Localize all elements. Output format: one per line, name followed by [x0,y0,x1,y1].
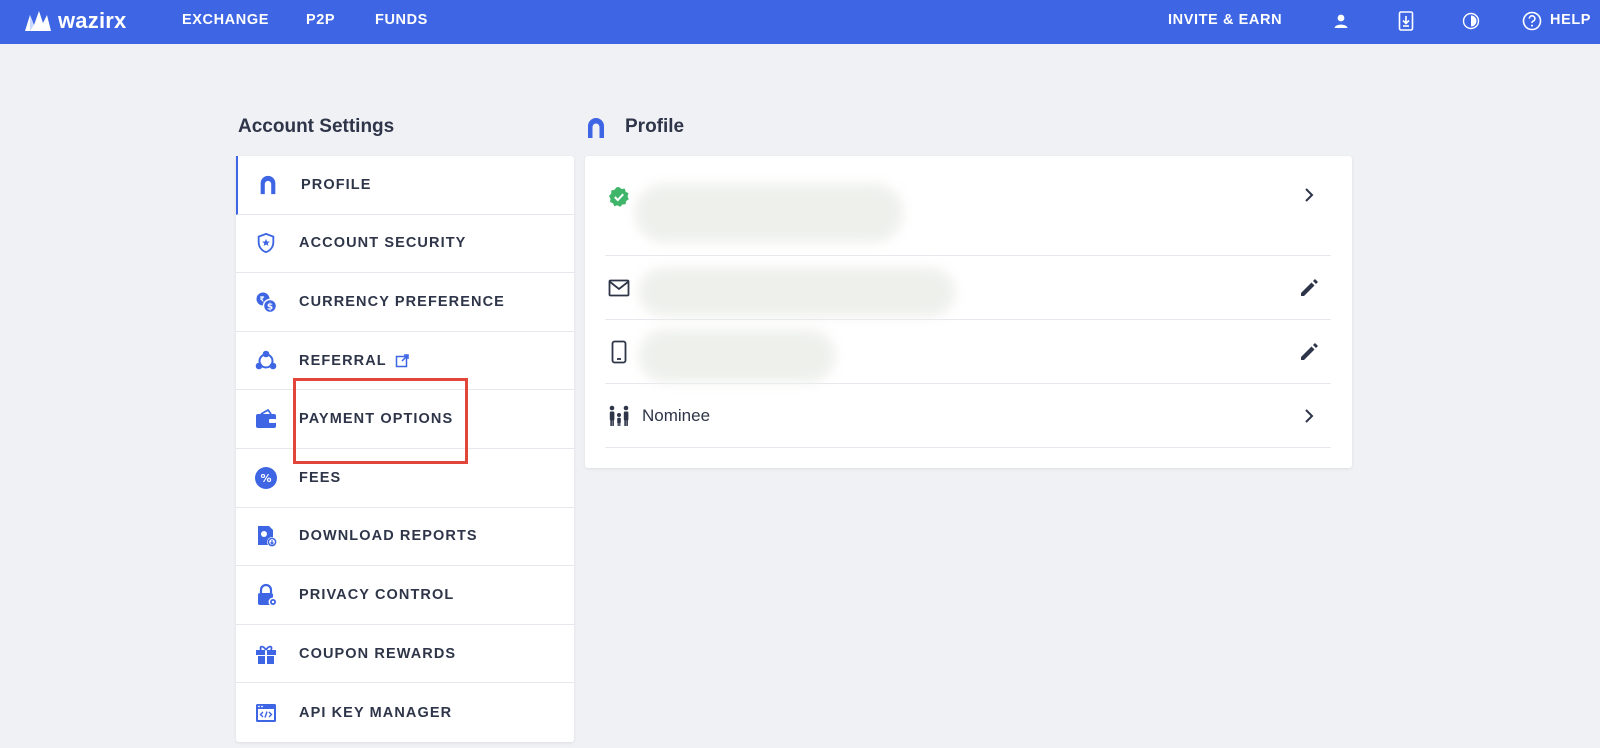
sidebar-item-profile[interactable]: PROFILE [236,156,574,215]
mail-icon [607,276,631,300]
sidebar-item-label: PRIVACY CONTROL [299,586,455,603]
sidebar-item-payment-options[interactable]: PAYMENT OPTIONS [236,390,574,449]
nav-exchange[interactable]: EXCHANGE [182,0,269,44]
sidebar-item-coupon-rewards[interactable]: COUPON REWARDS [236,625,574,684]
nominee-row[interactable]: Nominee [605,384,1331,448]
help-icon[interactable] [1521,10,1543,32]
email-row[interactable] [605,256,1331,320]
sidebar-item-api-key-manager[interactable]: API KEY MANAGER [236,683,574,742]
nominee-label: Nominee [642,406,711,425]
sidebar-item-privacy-control[interactable]: PRIVACY CONTROL [236,566,574,625]
top-navigation-bar: wazirx EXCHANGE P2P FUNDS INVITE & EARN … [0,0,1600,44]
nav-p2p[interactable]: P2P [306,0,335,44]
profile-card: Nominee [585,156,1352,468]
external-link-icon [395,353,409,367]
sidebar-item-referral[interactable]: REFERRAL [236,332,574,391]
svg-text:$: $ [267,302,273,312]
sidebar-item-currency-preference[interactable]: $ ₹ CURRENCY PREFERENCE [236,273,574,332]
profile-header-icon [584,116,610,140]
help-link[interactable]: HELP [1550,0,1591,44]
percent-icon: % [254,466,278,490]
wallet-icon [254,407,278,431]
mobile-phone-icon [607,340,631,364]
logo-text: wazirx [58,8,127,33]
phone-row[interactable] [605,320,1331,384]
currency-icon: $ ₹ [254,290,278,314]
api-key-icon [254,701,278,725]
report-icon [254,524,278,548]
shield-star-icon [254,231,278,255]
wazirx-logo-icon [25,11,51,31]
svg-text:₹: ₹ [260,295,265,303]
family-icon [607,404,631,428]
sidebar-item-label: ACCOUNT SECURITY [299,235,467,252]
sidebar-item-label: CURRENCY PREFERENCE [299,293,505,310]
account-settings-title: Account Settings [238,116,395,137]
referral-icon [254,349,278,373]
account-settings-menu: PROFILE ACCOUNT SECURITY $ ₹ CURRENCY PRE… [236,156,574,742]
theme-toggle-icon[interactable] [1460,10,1482,32]
lock-gear-icon [254,583,278,607]
sidebar-item-download-reports[interactable]: DOWNLOAD REPORTS [236,508,574,567]
sidebar-item-label: PROFILE [301,176,372,193]
sidebar-item-label: API KEY MANAGER [299,704,453,721]
sidebar-item-label: FEES [299,469,342,486]
chevron-right-icon[interactable] [1297,183,1321,207]
profile-icon [256,173,280,197]
wazirx-logo[interactable]: wazirx [24,8,126,34]
edit-email-icon[interactable] [1297,276,1321,300]
sidebar-item-fees[interactable]: % FEES [236,449,574,508]
download-app-icon[interactable] [1395,10,1417,32]
nav-funds[interactable]: FUNDS [375,0,428,44]
sidebar-item-label: COUPON REWARDS [299,645,457,662]
profile-name-row[interactable] [605,156,1331,256]
user-icon[interactable] [1330,10,1352,32]
edit-phone-icon[interactable] [1297,340,1321,364]
sidebar-item-label: REFERRAL [299,352,387,369]
redacted-email [639,268,955,316]
svg-text:%: % [260,472,271,485]
invite-earn-link[interactable]: INVITE & EARN [1168,0,1282,44]
verified-badge-icon [607,185,631,209]
chevron-right-icon[interactable] [1297,404,1321,428]
profile-title: Profile [625,116,685,137]
redacted-phone [639,330,835,382]
sidebar-item-label: PAYMENT OPTIONS [299,411,454,428]
sidebar-item-label: DOWNLOAD REPORTS [299,528,478,545]
gift-icon [254,642,278,666]
redacted-user-name [635,184,903,242]
sidebar-item-account-security[interactable]: ACCOUNT SECURITY [236,215,574,274]
